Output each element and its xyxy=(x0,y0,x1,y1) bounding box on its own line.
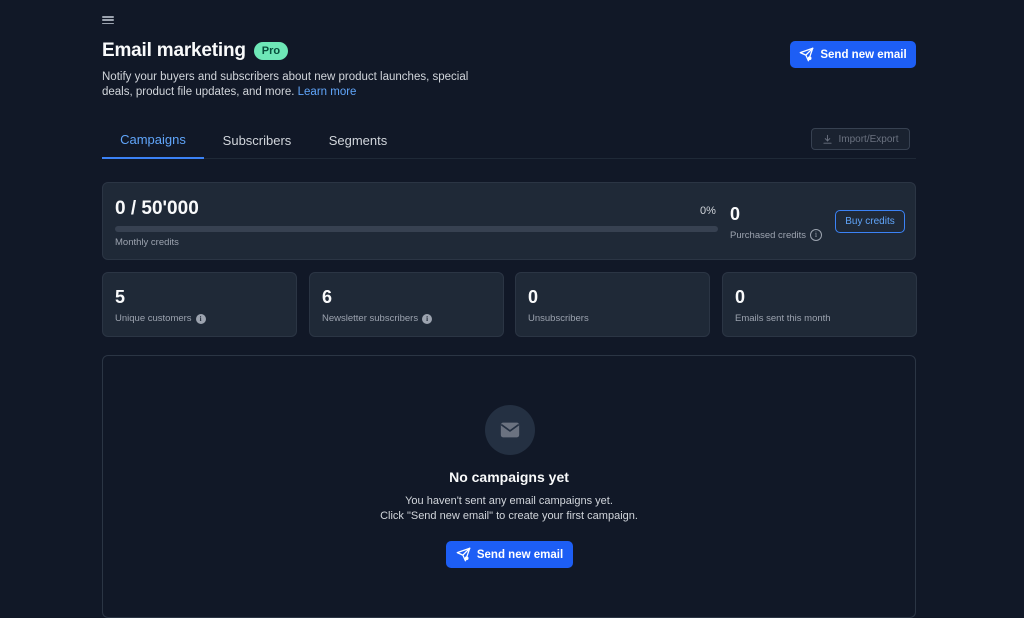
monthly-credits-value: 0 / 50'000 xyxy=(115,198,199,219)
hamburger-menu-icon[interactable] xyxy=(102,14,114,26)
empty-state-title: No campaigns yet xyxy=(449,469,569,485)
download-icon xyxy=(823,134,833,144)
empty-state-line-2: Click "Send new email" to create your fi… xyxy=(380,510,638,522)
info-icon[interactable]: i xyxy=(810,229,823,241)
stat-value: 0 xyxy=(735,287,746,307)
stat-label-row: Newsletter subscribers i xyxy=(322,313,433,324)
stat-unsubscribers: 0 Unsubscribers xyxy=(515,272,710,337)
tab-bar: Campaigns Subscribers Segments Import/Ex… xyxy=(102,122,916,159)
stat-label-row: Unsubscribers xyxy=(528,313,589,324)
monthly-credits-percent: 0% xyxy=(700,205,716,217)
paper-plane-icon xyxy=(456,547,471,562)
info-icon[interactable]: i xyxy=(422,313,433,324)
stat-value: 6 xyxy=(322,287,333,307)
credits-card: 0 / 50'000 0% Monthly credits 0 Purchase… xyxy=(102,182,916,260)
page-title: Email marketing xyxy=(102,40,246,61)
purchased-credits-label: Purchased credits xyxy=(730,229,807,241)
send-new-email-button-empty[interactable]: Send new email xyxy=(446,541,573,568)
purchased-credits-label-row: Purchased credits i xyxy=(730,229,823,241)
stat-label-row: Unique customers i xyxy=(115,313,206,324)
monthly-credits-label: Monthly credits xyxy=(115,237,179,248)
send-new-email-label: Send new email xyxy=(820,48,907,61)
stat-value: 5 xyxy=(115,287,126,307)
stat-label-row: Emails sent this month xyxy=(735,313,831,324)
tab-segments[interactable]: Segments xyxy=(314,122,402,158)
stat-label: Unsubscribers xyxy=(528,313,589,324)
learn-more-link[interactable]: Learn more xyxy=(298,86,357,98)
empty-campaigns-panel: No campaigns yet You haven't sent any em… xyxy=(102,355,916,618)
envelope-icon xyxy=(500,422,520,438)
pro-badge: Pro xyxy=(253,42,289,60)
import-export-label: Import/Export xyxy=(838,133,899,145)
empty-state-description: You haven't sent any email campaigns yet… xyxy=(103,494,915,524)
page-subtitle: Notify your buyers and subscribers about… xyxy=(102,70,482,100)
stat-emails-sent: 0 Emails sent this month xyxy=(722,272,917,337)
import-export-button[interactable]: Import/Export xyxy=(811,128,910,150)
stat-value: 0 xyxy=(528,287,539,307)
stat-unique-customers: 5 Unique customers i xyxy=(102,272,297,337)
send-new-email-label: Send new email xyxy=(476,548,564,561)
envelope-icon-circle xyxy=(485,405,535,455)
tab-campaigns[interactable]: Campaigns xyxy=(102,122,204,159)
subtitle-text: Notify your buyers and subscribers about… xyxy=(102,71,469,98)
stat-label: Emails sent this month xyxy=(735,313,831,324)
empty-state-line-1: You haven't sent any email campaigns yet… xyxy=(405,495,613,507)
buy-credits-button[interactable]: Buy credits xyxy=(835,210,905,233)
stat-label: Unique customers xyxy=(115,313,192,324)
monthly-credits-progress xyxy=(115,226,718,232)
purchased-credits-value: 0 xyxy=(730,204,741,224)
stat-newsletter-subscribers: 6 Newsletter subscribers i xyxy=(309,272,504,337)
info-icon[interactable]: i xyxy=(195,313,206,324)
send-new-email-button[interactable]: Send new email xyxy=(790,41,916,68)
paper-plane-icon xyxy=(799,47,814,62)
tab-subscribers[interactable]: Subscribers xyxy=(208,122,306,158)
stat-label: Newsletter subscribers xyxy=(322,313,419,324)
